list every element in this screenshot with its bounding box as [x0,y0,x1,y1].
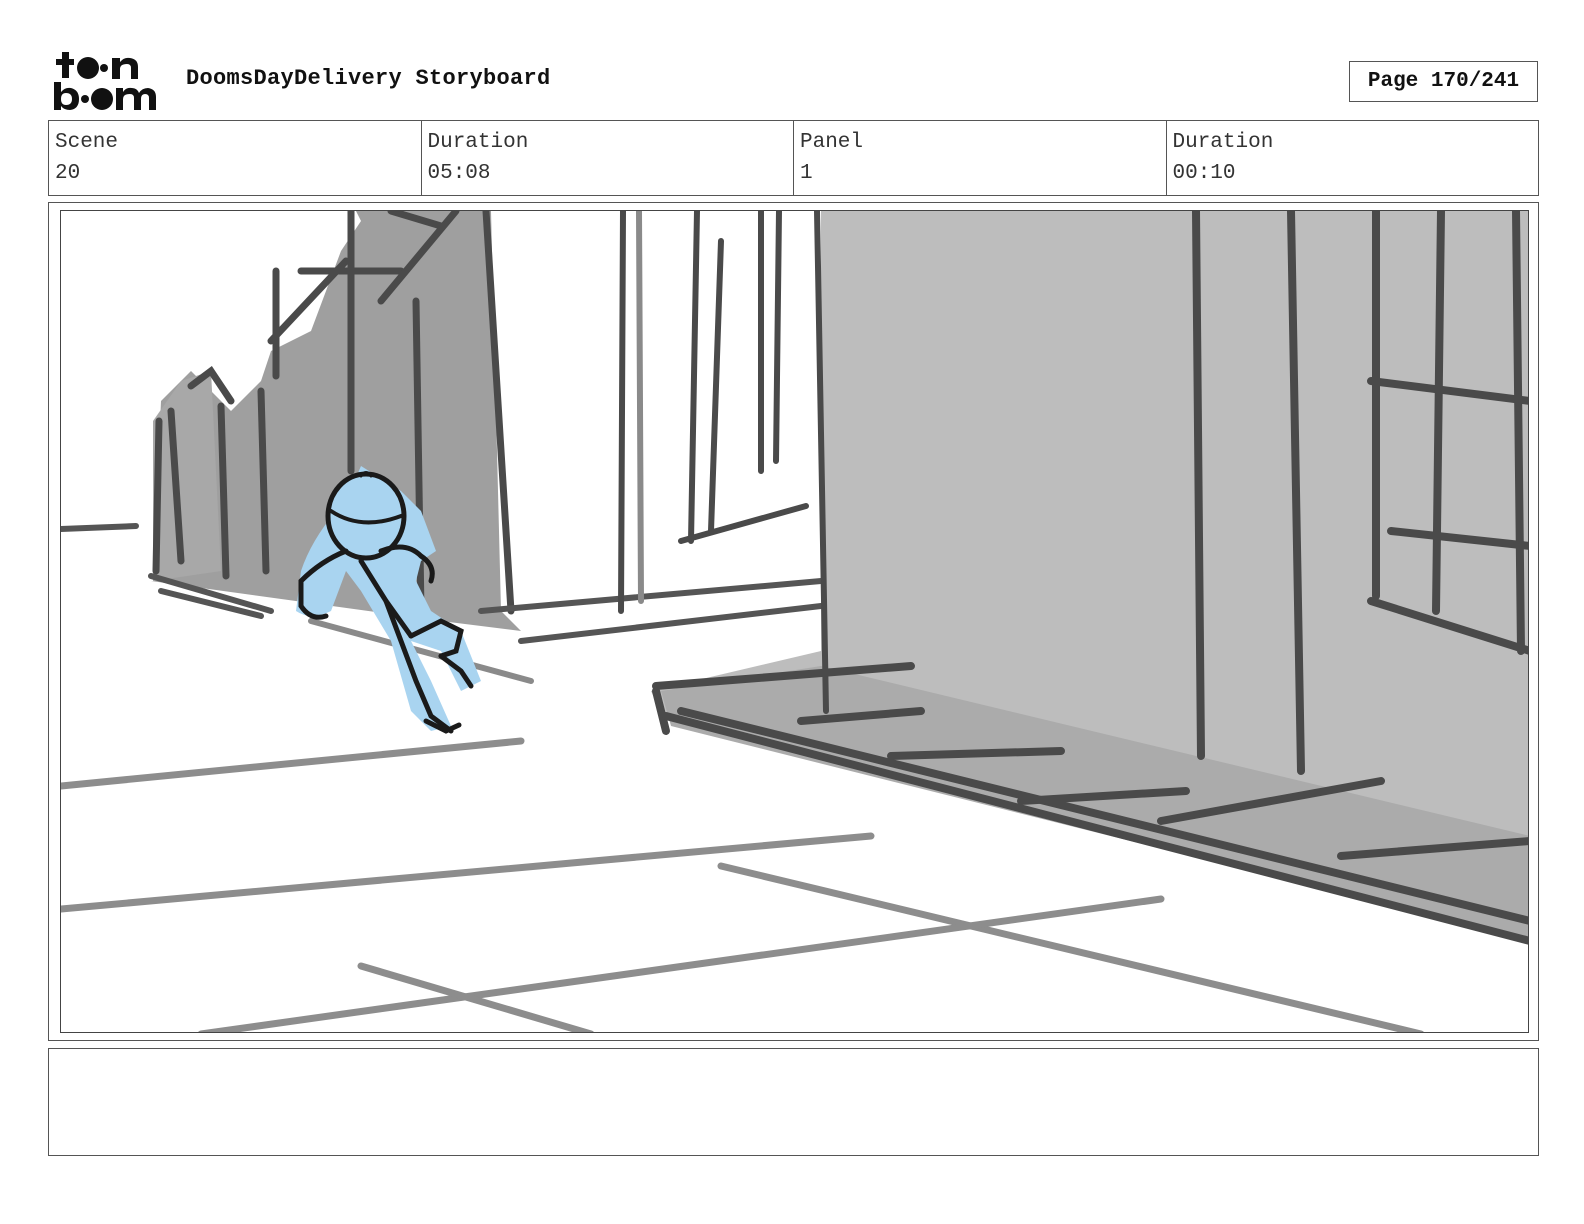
scene-label: Scene [55,131,119,154]
scene-info-table: Scene 20 Duration 05:08 Panel 1 Duration… [48,120,1539,196]
panel-duration-label: Duration [1172,131,1274,154]
storyboard-panel-image [60,210,1529,1033]
panel-cell: Panel 1 [794,121,1167,195]
page-indicator: Page 170/241 [1349,61,1538,102]
panel-label: Panel [800,131,864,154]
document-title: DoomsDayDelivery Storyboard [186,66,551,91]
toon-boom-logo [52,50,164,112]
panel-value: 1 [800,162,813,185]
logo-graphic [54,52,156,110]
scene-cell: Scene 20 [49,121,422,195]
scene-duration-cell: Duration 05:08 [422,121,794,195]
scene-value: 20 [55,162,81,185]
scene-duration-label: Duration [427,131,529,154]
storyboard-sketch [61,211,1528,1032]
scene-duration-value: 05:08 [427,162,491,185]
panel-notes [48,1048,1539,1156]
panel-duration-cell: Duration 00:10 [1167,121,1539,195]
panel-duration-value: 00:10 [1172,162,1236,185]
alley-strokes [618,211,829,714]
